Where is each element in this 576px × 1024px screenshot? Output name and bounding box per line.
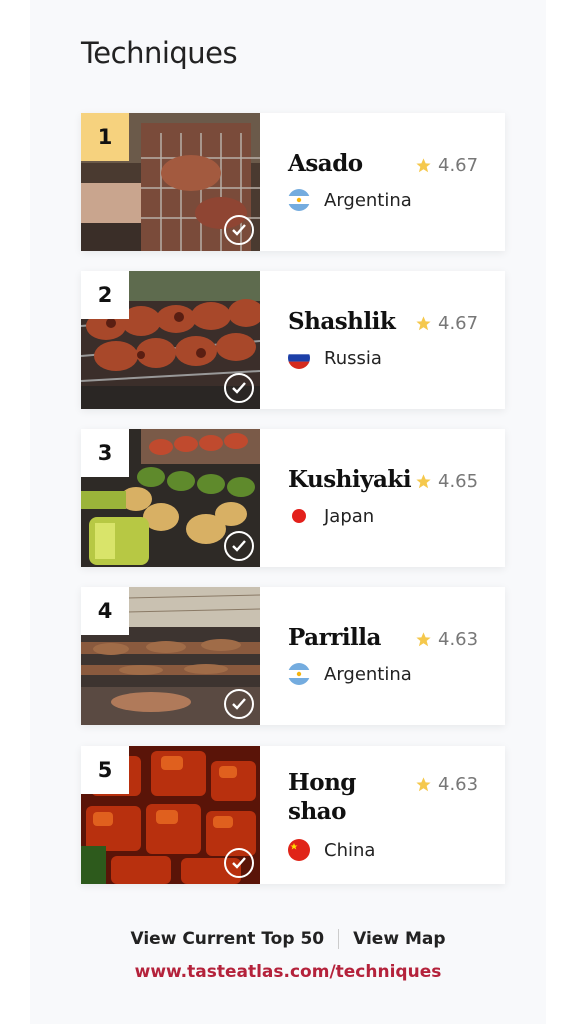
dish-image[interactable]: 4 <box>81 587 260 725</box>
check-icon[interactable] <box>224 373 254 403</box>
star-icon <box>416 777 431 792</box>
russia-flag-icon <box>288 347 310 369</box>
argentina-flag-icon <box>288 663 310 685</box>
country-name: Japan <box>324 505 375 527</box>
dish-name[interactable]: Asado <box>288 149 414 178</box>
rating-value: 4.67 <box>438 313 479 334</box>
footer-links: View Current Top 50 View Map <box>0 929 576 949</box>
star-icon <box>416 474 431 489</box>
rating-value: 4.65 <box>438 471 479 492</box>
list-item[interactable]: 1 Asado 4.67 Argentina <box>81 113 505 251</box>
page-title: Techniques <box>81 36 238 70</box>
check-icon[interactable] <box>224 215 254 245</box>
country[interactable]: Argentina <box>288 663 412 685</box>
country[interactable]: Japan <box>288 505 374 527</box>
china-flag-icon <box>288 839 310 861</box>
dish-image[interactable]: 1 <box>81 113 260 251</box>
rating: 4.63 <box>415 629 478 650</box>
view-top50-link[interactable]: View Current Top 50 <box>130 929 324 949</box>
list-item[interactable]: 5 Hong shao 4.63 China <box>81 746 505 884</box>
dish-name[interactable]: Parrilla <box>288 623 414 652</box>
rank-badge: 3 <box>81 429 129 477</box>
rating: 4.67 <box>415 313 478 334</box>
divider <box>338 929 340 949</box>
view-map-link[interactable]: View Map <box>353 929 445 949</box>
country-name: Argentina <box>324 663 412 685</box>
check-icon[interactable] <box>224 848 254 878</box>
dish-name[interactable]: Kushiyaki <box>288 465 414 494</box>
star-icon <box>416 158 431 173</box>
rank-badge: 1 <box>81 113 129 161</box>
check-icon[interactable] <box>224 531 254 561</box>
list-item[interactable]: 3 Kushiyaki 4.65 Japan <box>81 429 505 567</box>
dish-name[interactable]: Hong shao <box>288 768 368 826</box>
list-item[interactable]: 2 Shashlik 4.67 Russia <box>81 271 505 409</box>
dish-image[interactable]: 3 <box>81 429 260 567</box>
country-name: China <box>324 839 376 861</box>
country-name: Russia <box>324 347 382 369</box>
country[interactable]: Russia <box>288 347 382 369</box>
country-name: Argentina <box>324 189 412 211</box>
site-url-link[interactable]: www.tasteatlas.com/techniques <box>0 962 576 982</box>
rank-badge: 2 <box>81 271 129 319</box>
check-icon[interactable] <box>224 689 254 719</box>
japan-flag-icon <box>288 505 310 527</box>
rating: 4.63 <box>415 774 478 795</box>
country[interactable]: Argentina <box>288 189 412 211</box>
list-item[interactable]: 4 Parrilla 4.63 Argentina <box>81 587 505 725</box>
rank-badge: 5 <box>81 746 129 794</box>
rating: 4.67 <box>415 155 478 176</box>
dish-image[interactable]: 2 <box>81 271 260 409</box>
rating-value: 4.67 <box>438 155 479 176</box>
rating-value: 4.63 <box>438 774 479 795</box>
rating: 4.65 <box>415 471 478 492</box>
argentina-flag-icon <box>288 189 310 211</box>
country[interactable]: China <box>288 839 375 861</box>
star-icon <box>416 632 431 647</box>
rating-value: 4.63 <box>438 629 479 650</box>
rank-badge: 4 <box>81 587 129 635</box>
dish-image[interactable]: 5 <box>81 746 260 884</box>
star-icon <box>416 316 431 331</box>
dish-name[interactable]: Shashlik <box>288 307 414 336</box>
